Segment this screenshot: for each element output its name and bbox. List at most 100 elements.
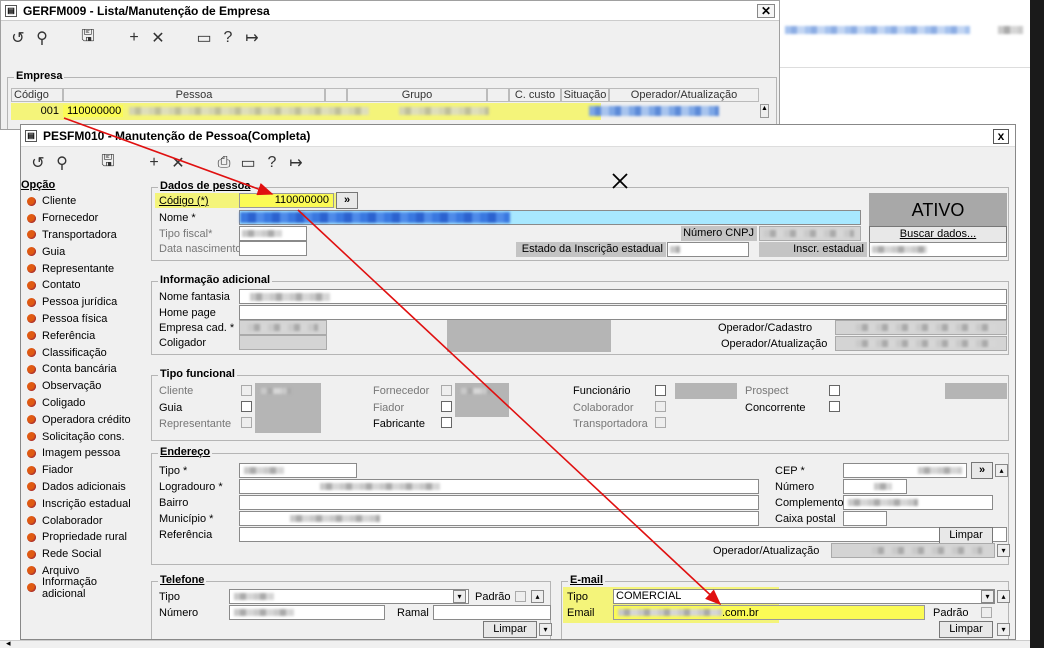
caixa-postal-field[interactable] xyxy=(843,511,887,526)
search-icon[interactable]: ⚲ xyxy=(31,27,53,49)
scroll-up-icon[interactable]: ▴ xyxy=(531,590,544,603)
sidebar-item[interactable]: Dados adicionais xyxy=(21,479,143,496)
cep-lookup-button[interactable]: » xyxy=(971,462,993,479)
col-pessoa[interactable]: Pessoa xyxy=(63,88,325,102)
sidebar-item[interactable]: Representante xyxy=(21,260,143,277)
chevron-down-icon[interactable]: ▾ xyxy=(997,623,1010,636)
close-icon[interactable]: x xyxy=(993,129,1009,144)
sidebar-item[interactable]: Referência xyxy=(21,327,143,344)
fiador-checkbox[interactable] xyxy=(441,401,452,412)
col-codigo[interactable]: Código xyxy=(11,88,63,102)
sidebar-item[interactable]: Colaborador xyxy=(21,512,143,529)
col-sort[interactable] xyxy=(325,88,347,102)
telefone-limpar-button[interactable]: Limpar xyxy=(483,621,537,638)
email-limpar-button[interactable]: Limpar xyxy=(939,621,993,638)
scroll-up-icon[interactable]: ▲ xyxy=(760,104,769,118)
endereco-op-field[interactable] xyxy=(831,543,995,558)
col-sort2[interactable] xyxy=(487,88,509,102)
complemento-field[interactable] xyxy=(843,495,993,510)
sidebar-item[interactable]: Rede Social xyxy=(21,546,143,563)
cep-field[interactable] xyxy=(843,463,967,478)
fornecedor-checkbox[interactable] xyxy=(441,385,452,396)
sidebar-item[interactable]: Conta bancária xyxy=(21,361,143,378)
tipo-fiscal-field[interactable] xyxy=(239,226,307,241)
lookup-button[interactable]: » xyxy=(336,192,358,209)
representante-checkbox[interactable] xyxy=(241,417,252,428)
scroll-up-icon[interactable]: ▴ xyxy=(997,590,1010,603)
sidebar-item[interactable]: Cliente xyxy=(21,193,143,210)
endereco-limpar-button[interactable]: Limpar xyxy=(939,527,993,544)
sidebar-item[interactable]: Observação xyxy=(21,378,143,395)
col-operador[interactable]: Operador/Atualização xyxy=(609,88,759,102)
logradouro-field[interactable] xyxy=(239,479,759,494)
cliente-checkbox[interactable] xyxy=(241,385,252,396)
chevron-down-icon[interactable]: ▾ xyxy=(539,623,552,636)
telefone-tipo-select[interactable] xyxy=(229,589,469,604)
prospect-checkbox[interactable] xyxy=(829,385,840,396)
sidebar-item[interactable]: Imagem pessoa xyxy=(21,445,143,462)
sidebar-item[interactable]: Classificação xyxy=(21,344,143,361)
col-grupo[interactable]: Grupo xyxy=(347,88,487,102)
inscr-estadual-field[interactable] xyxy=(869,242,1007,257)
email-tipo-select[interactable]: COMERCIAL xyxy=(613,589,995,604)
op-atualizacao-field[interactable] xyxy=(835,336,1007,351)
exit-icon[interactable]: ↦ xyxy=(241,27,263,49)
sidebar-item[interactable]: Operadora crédito xyxy=(21,411,143,428)
cnpj-field[interactable] xyxy=(759,226,861,241)
bairro-field[interactable] xyxy=(239,495,759,510)
calendar-icon[interactable]: ▭ xyxy=(237,152,259,174)
horizontal-scrollbar[interactable]: ◂ xyxy=(0,638,1030,649)
home-page-field[interactable] xyxy=(239,305,1007,320)
numero-field[interactable] xyxy=(843,479,907,494)
tipo-endereco-field[interactable] xyxy=(239,463,357,478)
sidebar-item[interactable]: Pessoa jurídica xyxy=(21,294,143,311)
sidebar-item[interactable]: Guia xyxy=(21,243,143,260)
exit-icon[interactable]: ↦ xyxy=(285,152,307,174)
codigo-field[interactable]: 110000000 xyxy=(239,193,334,208)
funcionario-checkbox[interactable] xyxy=(655,385,666,396)
col-ccusto[interactable]: C. custo xyxy=(509,88,561,102)
coligador-field[interactable] xyxy=(239,335,327,350)
search-icon[interactable]: ⚲ xyxy=(51,152,73,174)
nome-fantasia-field[interactable] xyxy=(239,289,1007,304)
transportadora-checkbox[interactable] xyxy=(655,417,666,428)
scroll-left-icon[interactable]: ◂ xyxy=(6,638,11,649)
chevron-down-icon[interactable]: ▾ xyxy=(453,590,466,603)
colaborador-checkbox[interactable] xyxy=(655,401,666,412)
undo-icon[interactable]: ↺ xyxy=(7,27,29,49)
help-icon[interactable]: ? xyxy=(217,27,239,49)
concorrente-checkbox[interactable] xyxy=(829,401,840,412)
telefone-numero-field[interactable] xyxy=(229,605,385,620)
undo-icon[interactable]: ↺ xyxy=(27,152,49,174)
add-icon[interactable]: + xyxy=(143,152,165,174)
telefone-padrao-checkbox[interactable] xyxy=(515,591,526,602)
guia-checkbox[interactable] xyxy=(241,401,252,412)
save-icon[interactable]: 🖫 xyxy=(77,27,99,49)
nome-field[interactable] xyxy=(239,210,861,225)
delete-icon[interactable]: ✕ xyxy=(147,27,169,49)
sidebar-item[interactable]: Inscrição estadual xyxy=(21,495,143,512)
col-situacao[interactable]: Situação xyxy=(561,88,609,102)
sidebar-item[interactable]: Propriedade rural xyxy=(21,529,143,546)
chevron-down-icon[interactable]: ▾ xyxy=(997,544,1010,557)
sidebar-item[interactable]: Coligado xyxy=(21,395,143,412)
empresa-cad-field[interactable] xyxy=(239,320,327,335)
op-cadastro-field[interactable] xyxy=(835,320,1007,335)
sidebar-item[interactable]: Fiador xyxy=(21,462,143,479)
save-icon[interactable]: 🖫 xyxy=(97,152,119,174)
calendar-icon[interactable]: ▭ xyxy=(193,27,215,49)
data-nasc-field[interactable] xyxy=(239,241,307,256)
sidebar-item[interactable]: Informação adicional xyxy=(21,576,143,600)
table-row[interactable]: 001 110000000 xyxy=(11,104,761,118)
estado-ie-field[interactable] xyxy=(667,242,749,257)
chevron-down-icon[interactable]: ▾ xyxy=(981,590,994,603)
sidebar-item[interactable]: Contato xyxy=(21,277,143,294)
municipio-field[interactable] xyxy=(239,511,759,526)
sidebar-item[interactable]: Fornecedor xyxy=(21,210,143,227)
cep-spin-icon[interactable]: ▴ xyxy=(995,464,1008,477)
ramal-field[interactable] xyxy=(433,605,551,620)
fabricante-checkbox[interactable] xyxy=(441,417,452,428)
sidebar-item[interactable]: Pessoa física xyxy=(21,311,143,328)
delete-icon[interactable]: ✕ xyxy=(167,152,189,174)
referencia-field[interactable] xyxy=(239,527,1007,542)
